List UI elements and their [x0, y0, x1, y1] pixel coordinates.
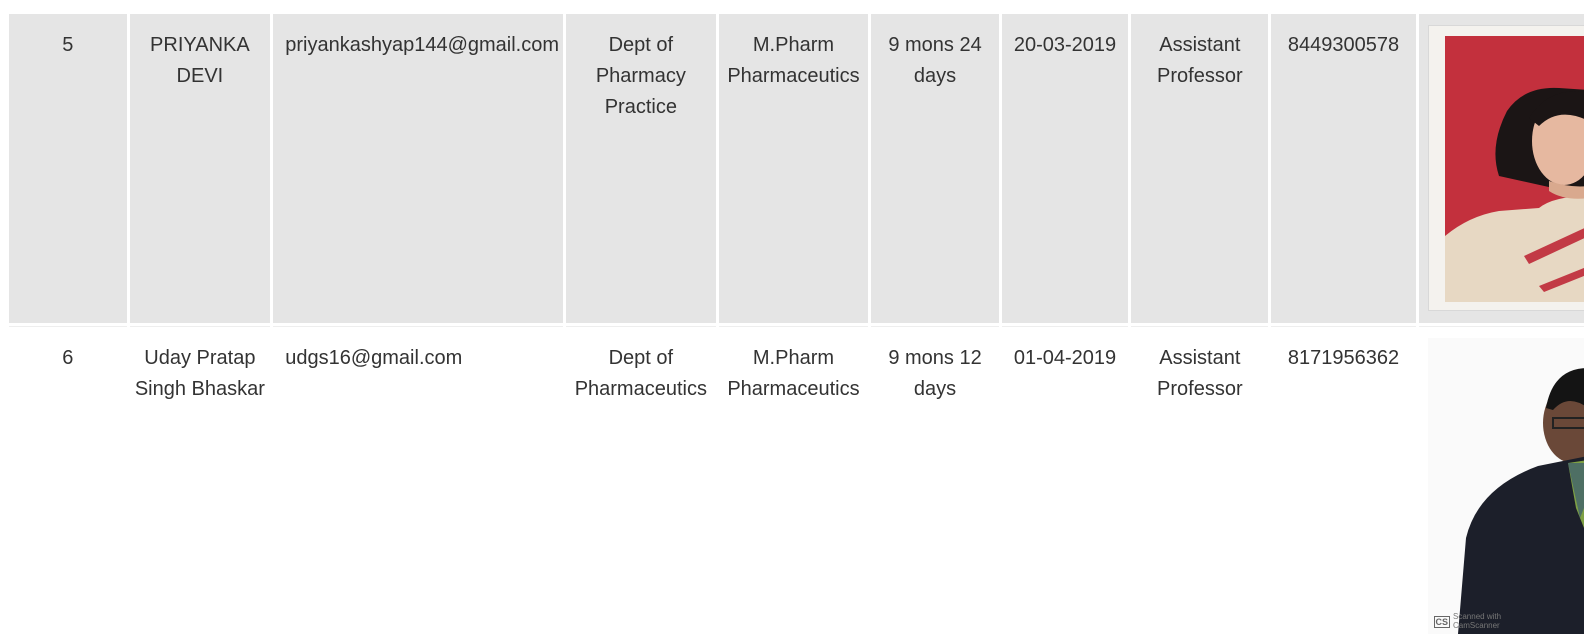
cell-qualification: M.Pharm Pharmaceutics	[719, 326, 869, 636]
faculty-table: 5 PRIYANKA DEVI priyankashyap144@gmail.c…	[6, 11, 1584, 639]
cell-photo: CS Scanned with CamScanner	[1419, 326, 1584, 636]
portrait-image	[1429, 26, 1584, 311]
faculty-table-container: 5 PRIYANKA DEVI priyankashyap144@gmail.c…	[6, 11, 1584, 639]
table-row: 6 Uday Pratap Singh Bhaskar udgs16@gmail…	[9, 326, 1584, 636]
cell-department: Dept of Pharmacy Practice	[566, 14, 716, 323]
cell-name: PRIYANKA DEVI	[130, 14, 271, 323]
cell-department: Dept of Pharmaceutics	[566, 326, 716, 636]
faculty-photo: CS Scanned with CamScanner	[1428, 338, 1584, 634]
cell-phone: 8171956362	[1271, 326, 1415, 636]
cell-photo	[1419, 14, 1584, 323]
cell-joining-date: 01-04-2019	[1002, 326, 1128, 636]
cell-name: Uday Pratap Singh Bhaskar	[130, 326, 271, 636]
cell-experience: 9 mons 12 days	[871, 326, 999, 636]
cell-phone: 8449300578	[1271, 14, 1415, 323]
cell-designation: Assistant Professor	[1131, 14, 1268, 323]
cell-joining-date: 20-03-2019	[1002, 14, 1128, 323]
cell-sno: 6	[9, 326, 127, 636]
cell-experience: 9 mons 24 days	[871, 14, 999, 323]
faculty-photo	[1428, 25, 1584, 311]
cell-email: priyankashyap144@gmail.com	[273, 14, 563, 323]
cell-email: udgs16@gmail.com	[273, 326, 563, 636]
cell-designation: Assistant Professor	[1131, 326, 1268, 636]
portrait-image	[1428, 338, 1584, 634]
camscanner-watermark: CS Scanned with CamScanner	[1434, 613, 1502, 630]
cell-sno: 5	[9, 14, 127, 323]
watermark-line-1: Scanned with	[1453, 613, 1501, 621]
cell-qualification: M.Pharm Pharmaceutics	[719, 14, 869, 323]
camscanner-logo: CS	[1434, 616, 1451, 628]
watermark-line-2: CamScanner	[1453, 622, 1501, 630]
table-row: 5 PRIYANKA DEVI priyankashyap144@gmail.c…	[9, 14, 1584, 323]
